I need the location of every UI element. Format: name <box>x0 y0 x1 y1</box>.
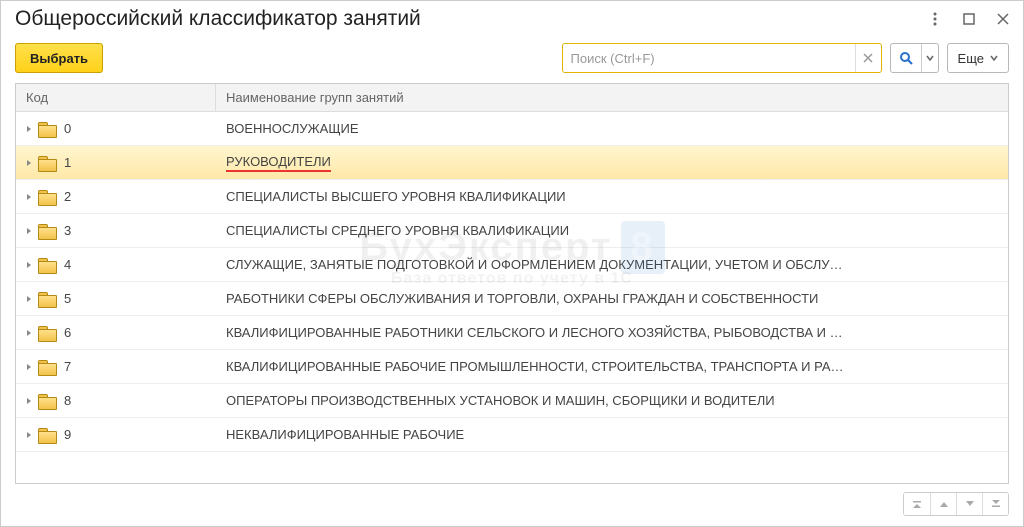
cell-name: СПЕЦИАЛИСТЫ СРЕДНЕГО УРОВНЯ КВАЛИФИКАЦИИ <box>216 223 1008 238</box>
cell-code: 2 <box>16 189 216 204</box>
cell-code: 5 <box>16 291 216 306</box>
table-header: Код Наименование групп занятий <box>16 84 1008 112</box>
maximize-icon[interactable] <box>961 11 977 27</box>
cell-code: 1 <box>16 155 216 170</box>
name-value: ВОЕННОСЛУЖАЩИЕ <box>226 121 359 136</box>
folder-icon <box>38 122 56 136</box>
expand-icon[interactable] <box>24 328 34 338</box>
search-input[interactable] <box>563 51 855 66</box>
cell-name: ОПЕРАТОРЫ ПРОИЗВОДСТВЕННЫХ УСТАНОВОК И М… <box>216 393 1008 408</box>
cell-code: 6 <box>16 325 216 340</box>
cell-code: 4 <box>16 257 216 272</box>
expand-icon[interactable] <box>24 260 34 270</box>
table-row[interactable]: 8 ОПЕРАТОРЫ ПРОИЗВОДСТВЕННЫХ УСТАНОВОК И … <box>16 384 1008 418</box>
code-value: 7 <box>60 359 71 374</box>
footer <box>1 484 1023 526</box>
col-name-header[interactable]: Наименование групп занятий <box>216 84 1008 111</box>
name-value: ОПЕРАТОРЫ ПРОИЗВОДСТВЕННЫХ УСТАНОВОК И М… <box>226 393 775 408</box>
table: Код Наименование групп занятий 0 ВОЕННОСЛ… <box>15 83 1009 484</box>
expand-icon[interactable] <box>24 124 34 134</box>
expand-icon[interactable] <box>24 192 34 202</box>
clear-search-icon[interactable] <box>855 44 881 72</box>
nav-down-button[interactable] <box>956 493 982 515</box>
name-value: СПЕЦИАЛИСТЫ ВЫСШЕГО УРОВНЯ КВАЛИФИКАЦИИ <box>226 189 566 204</box>
cell-name: НЕКВАЛИФИЦИРОВАННЫЕ РАБОЧИЕ <box>216 427 1008 442</box>
nav-up-button[interactable] <box>930 493 956 515</box>
nav-last-button[interactable] <box>982 493 1008 515</box>
name-value: НЕКВАЛИФИЦИРОВАННЫЕ РАБОЧИЕ <box>226 427 464 442</box>
window-actions <box>927 11 1011 27</box>
folder-icon <box>38 292 56 306</box>
titlebar: Общероссийский классификатор занятий <box>1 1 1023 41</box>
cell-code: 8 <box>16 393 216 408</box>
code-value: 5 <box>60 291 71 306</box>
table-row[interactable]: 5 РАБОТНИКИ СФЕРЫ ОБСЛУЖИВАНИЯ И ТОРГОВЛИ… <box>16 282 1008 316</box>
more-button-label: Еще <box>958 51 984 66</box>
code-value: 9 <box>60 427 71 442</box>
nav-buttons <box>903 492 1009 516</box>
expand-icon[interactable] <box>24 396 34 406</box>
table-row[interactable]: 7 КВАЛИФИЦИРОВАННЫЕ РАБОЧИЕ ПРОМЫШЛЕННОСТ… <box>16 350 1008 384</box>
table-row[interactable]: 1 РУКОВОДИТЕЛИ <box>16 146 1008 180</box>
table-row[interactable]: 0 ВОЕННОСЛУЖАЩИЕ <box>16 112 1008 146</box>
folder-icon <box>38 394 56 408</box>
cell-name: ВОЕННОСЛУЖАЩИЕ <box>216 121 1008 136</box>
expand-icon[interactable] <box>24 294 34 304</box>
cell-name: КВАЛИФИЦИРОВАННЫЕ РАБОТНИКИ СЕЛЬСКОГО И … <box>216 325 1008 340</box>
name-value: РУКОВОДИТЕЛИ <box>226 154 331 172</box>
folder-icon <box>38 224 56 238</box>
table-row[interactable]: 6 КВАЛИФИЦИРОВАННЫЕ РАБОТНИКИ СЕЛЬСКОГО И… <box>16 316 1008 350</box>
folder-icon <box>38 360 56 374</box>
window: Общероссийский классификатор занятий Выб… <box>0 0 1024 527</box>
search-dropdown-button[interactable] <box>921 44 938 72</box>
expand-icon[interactable] <box>24 362 34 372</box>
table-row[interactable]: 2 СПЕЦИАЛИСТЫ ВЫСШЕГО УРОВНЯ КВАЛИФИКАЦИИ <box>16 180 1008 214</box>
name-value: КВАЛИФИЦИРОВАННЫЕ РАБОЧИЕ ПРОМЫШЛЕННОСТИ… <box>226 359 844 374</box>
search-split-button <box>890 43 939 73</box>
folder-icon <box>38 190 56 204</box>
table-row[interactable]: 4 СЛУЖАЩИЕ, ЗАНЯТЫЕ ПОДГОТОВКОЙ И ОФОРМЛЕ… <box>16 248 1008 282</box>
kebab-icon[interactable] <box>927 11 943 27</box>
cell-code: 9 <box>16 427 216 442</box>
table-row[interactable]: 9 НЕКВАЛИФИЦИРОВАННЫЕ РАБОЧИЕ <box>16 418 1008 452</box>
name-value: РАБОТНИКИ СФЕРЫ ОБСЛУЖИВАНИЯ И ТОРГОВЛИ,… <box>226 291 818 306</box>
cell-name: КВАЛИФИЦИРОВАННЫЕ РАБОЧИЕ ПРОМЫШЛЕННОСТИ… <box>216 359 1008 374</box>
folder-icon <box>38 156 56 170</box>
col-code-header[interactable]: Код <box>16 84 216 111</box>
search-button[interactable] <box>891 44 921 72</box>
code-value: 6 <box>60 325 71 340</box>
cell-name: СПЕЦИАЛИСТЫ ВЫСШЕГО УРОВНЯ КВАЛИФИКАЦИИ <box>216 189 1008 204</box>
cell-name: РАБОТНИКИ СФЕРЫ ОБСЛУЖИВАНИЯ И ТОРГОВЛИ,… <box>216 291 1008 306</box>
toolbar: Выбрать Еще <box>1 41 1023 83</box>
name-value: КВАЛИФИЦИРОВАННЫЕ РАБОТНИКИ СЕЛЬСКОГО И … <box>226 325 843 340</box>
nav-first-button[interactable] <box>904 493 930 515</box>
code-value: 4 <box>60 257 71 272</box>
select-button[interactable]: Выбрать <box>15 43 103 73</box>
cell-code: 3 <box>16 223 216 238</box>
cell-code: 7 <box>16 359 216 374</box>
folder-icon <box>38 428 56 442</box>
expand-icon[interactable] <box>24 430 34 440</box>
table-body: 0 ВОЕННОСЛУЖАЩИЕ 1 РУКОВОДИТЕЛИ 2 СПЕЦИАЛИСТЫ… <box>16 112 1008 483</box>
code-value: 0 <box>60 121 71 136</box>
code-value: 2 <box>60 189 71 204</box>
code-value: 1 <box>60 155 71 170</box>
expand-icon[interactable] <box>24 226 34 236</box>
table-row[interactable]: 3 СПЕЦИАЛИСТЫ СРЕДНЕГО УРОВНЯ КВАЛИФИКАЦИ… <box>16 214 1008 248</box>
cell-name: СЛУЖАЩИЕ, ЗАНЯТЫЕ ПОДГОТОВКОЙ И ОФОРМЛЕН… <box>216 257 1008 272</box>
folder-icon <box>38 258 56 272</box>
code-value: 3 <box>60 223 71 238</box>
name-value: СПЕЦИАЛИСТЫ СРЕДНЕГО УРОВНЯ КВАЛИФИКАЦИИ <box>226 223 569 238</box>
code-value: 8 <box>60 393 71 408</box>
name-value: СЛУЖАЩИЕ, ЗАНЯТЫЕ ПОДГОТОВКОЙ И ОФОРМЛЕН… <box>226 257 843 272</box>
cell-code: 0 <box>16 121 216 136</box>
close-icon[interactable] <box>995 11 1011 27</box>
window-title: Общероссийский классификатор занятий <box>15 7 927 31</box>
cell-name: РУКОВОДИТЕЛИ <box>216 154 1008 172</box>
search-box <box>562 43 882 73</box>
expand-icon[interactable] <box>24 158 34 168</box>
folder-icon <box>38 326 56 340</box>
more-button[interactable]: Еще <box>947 43 1009 73</box>
